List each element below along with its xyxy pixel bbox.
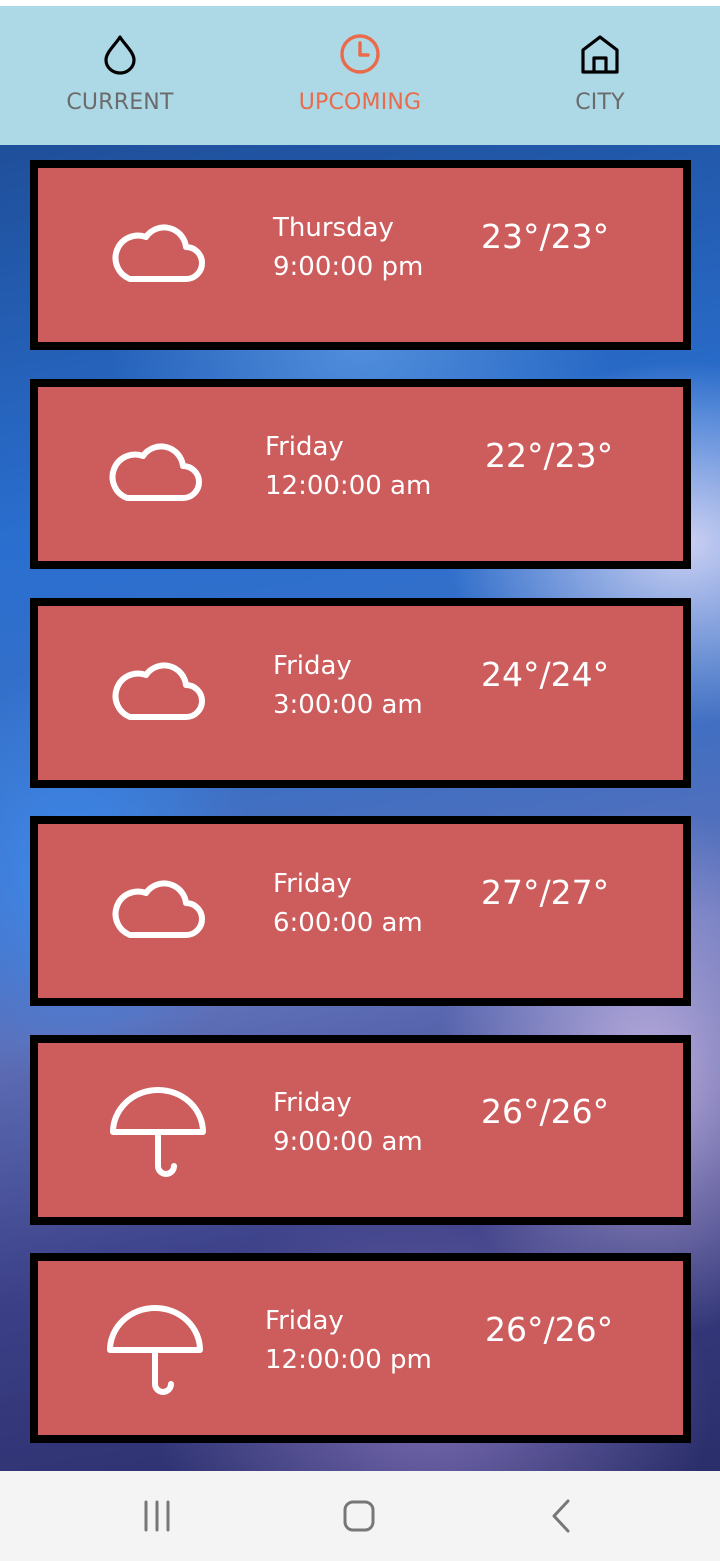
- tab-city[interactable]: CITY: [480, 6, 720, 145]
- tab-current[interactable]: CURRENT: [0, 6, 240, 145]
- water-drop-icon: [104, 35, 136, 75]
- forecast-card[interactable]: Friday 6:00:00 am 27°/27°: [30, 816, 691, 1006]
- forecast-card[interactable]: Friday 12:00:00 am 22°/23°: [30, 379, 691, 569]
- forecast-card[interactable]: Friday 3:00:00 am 24°/24°: [30, 598, 691, 788]
- forecast-time: 12:00:00 pm: [265, 1345, 432, 1375]
- umbrella-icon: [110, 1087, 206, 1177]
- forecast-temp: 22°/23°: [485, 436, 614, 475]
- tab-city-label: CITY: [575, 90, 625, 115]
- tab-bar: CURRENT UPCOMING CITY: [0, 6, 720, 150]
- umbrella-icon: [107, 1305, 203, 1395]
- forecast-card[interactable]: Friday 12:00:00 pm 26°/26°: [30, 1253, 691, 1443]
- cloud-icon: [112, 880, 205, 938]
- forecast-day: Friday: [273, 651, 352, 681]
- forecast-day: Friday: [265, 1306, 344, 1336]
- forecast-time: 9:00:00 pm: [273, 252, 424, 282]
- forecast-day: Friday: [273, 869, 352, 899]
- home-icon: [581, 35, 619, 74]
- home-button-icon[interactable]: [339, 1496, 379, 1536]
- forecast-card[interactable]: Friday 9:00:00 am 26°/26°: [30, 1035, 691, 1225]
- forecast-card[interactable]: Thursday 9:00:00 pm 23°/23°: [30, 160, 691, 350]
- tab-upcoming[interactable]: UPCOMING: [240, 6, 480, 145]
- tab-upcoming-label: UPCOMING: [298, 90, 422, 115]
- forecast-temp: 26°/26°: [481, 1092, 610, 1131]
- forecast-day: Friday: [265, 432, 344, 462]
- forecast-temp: 26°/26°: [485, 1310, 614, 1349]
- forecast-time: 3:00:00 am: [273, 690, 423, 720]
- tab-current-label: CURRENT: [66, 90, 174, 115]
- clock-icon: [340, 34, 380, 74]
- back-icon[interactable]: [541, 1496, 581, 1536]
- forecast-day: Friday: [273, 1088, 352, 1118]
- cloud-icon: [109, 443, 202, 501]
- recent-apps-icon[interactable]: [137, 1496, 177, 1536]
- cloud-icon: [112, 662, 205, 720]
- forecast-list[interactable]: Thursday 9:00:00 pm 23°/23° Friday 12:00…: [0, 145, 720, 1471]
- forecast-time: 12:00:00 am: [265, 471, 432, 501]
- forecast-time: 9:00:00 am: [273, 1127, 423, 1157]
- forecast-time: 6:00:00 am: [273, 908, 423, 938]
- system-navigation-bar: [0, 1471, 720, 1561]
- forecast-day: Thursday: [273, 213, 394, 243]
- forecast-temp: 24°/24°: [481, 655, 610, 694]
- forecast-temp: 27°/27°: [481, 873, 610, 912]
- cloud-icon: [112, 224, 205, 282]
- forecast-temp: 23°/23°: [481, 217, 610, 256]
